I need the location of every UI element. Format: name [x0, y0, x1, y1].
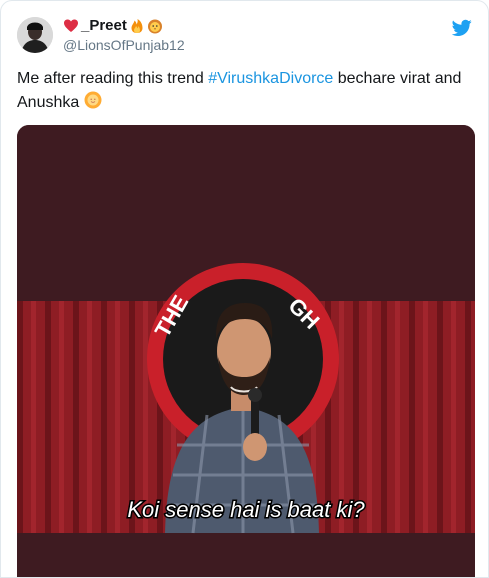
- handle[interactable]: @LionsOfPunjab12: [63, 36, 185, 54]
- twitter-bird-icon[interactable]: [451, 19, 472, 37]
- avatar[interactable]: [17, 17, 53, 53]
- fire-icon: [129, 18, 145, 34]
- tweet-text-before: Me after reading this trend: [17, 70, 209, 87]
- media-gif[interactable]: THE GH Koi sense hai is baat ki?: [17, 125, 475, 577]
- gif-caption: Koi sense hai is baat ki?: [127, 497, 365, 522]
- hashtag-link[interactable]: #VirushkaDivorce: [208, 70, 333, 87]
- lion-face-icon: [147, 18, 163, 34]
- author-names: _Preet @LionsOfPunjab12: [63, 17, 185, 54]
- display-name: _Preet: [81, 17, 127, 34]
- display-name-row[interactable]: _Preet: [63, 17, 185, 35]
- tweet-header: _Preet @LionsOfPunjab12: [17, 15, 472, 55]
- sun-with-face-icon: [84, 91, 102, 109]
- tweet-card: _Preet @LionsOfPunjab12 Me after reading…: [0, 0, 489, 578]
- red-heart-icon: [63, 18, 79, 34]
- tweet-text: Me after reading this trend #VirushkaDiv…: [17, 67, 469, 115]
